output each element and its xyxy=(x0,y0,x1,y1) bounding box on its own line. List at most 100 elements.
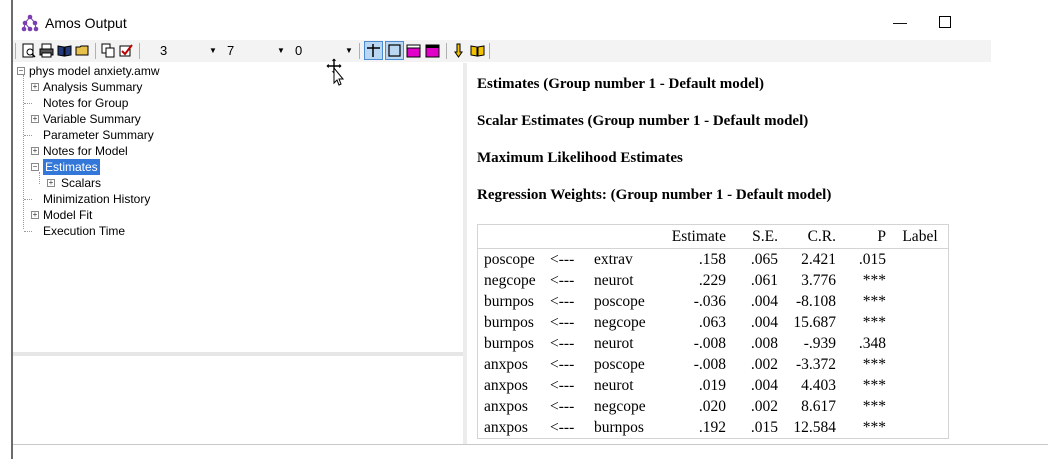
table-cell xyxy=(892,270,949,291)
table-cell: -.008 xyxy=(693,334,726,352)
column-header xyxy=(544,224,588,249)
table-row: burnpos <--- neurot -.008 .008 -.939 .34… xyxy=(478,333,949,354)
table-cell: .229 xyxy=(698,271,726,289)
table-cell: .348 xyxy=(858,334,886,352)
expand-icon[interactable]: + xyxy=(31,83,39,91)
table-cell xyxy=(892,375,949,396)
table-cell: 4.403 xyxy=(801,376,836,394)
table-cell: anxpos xyxy=(484,418,528,436)
table-cell: .158 xyxy=(698,250,726,268)
output-navigation-tree: − phys model anxiety.amw + Analysis Summ… xyxy=(17,64,160,238)
table-border-button[interactable] xyxy=(385,41,404,60)
collapse-icon[interactable]: − xyxy=(17,67,25,75)
table-cell: <--- xyxy=(550,334,575,352)
table-cell: burnpos xyxy=(594,418,644,436)
title-bar: Amos Output — xyxy=(13,8,1048,38)
table-cell: .004 xyxy=(750,292,778,310)
table-row: burnpos <--- negcope .063 .004 15.687 **… xyxy=(478,312,949,333)
table-cell: .192 xyxy=(698,418,726,436)
chevron-down-icon[interactable]: ▼ xyxy=(276,42,286,60)
print-icon[interactable] xyxy=(39,43,54,58)
minimize-button[interactable]: — xyxy=(888,10,912,34)
expand-icon[interactable]: + xyxy=(47,179,55,187)
table-cell: .002 xyxy=(750,397,778,415)
book-icon[interactable] xyxy=(57,43,72,58)
toolbar-separator xyxy=(446,43,447,59)
table-cell: -.939 xyxy=(803,334,836,352)
column-width-combo[interactable]: 7 xyxy=(227,42,234,60)
table-cell: -8.108 xyxy=(795,292,836,310)
column-header-p: P xyxy=(842,224,892,249)
tree-branch-line xyxy=(24,199,32,200)
table-cell: poscope xyxy=(594,292,645,310)
column-header-estimate: Estimate xyxy=(658,224,732,249)
table-cell: 2.421 xyxy=(801,250,836,268)
table-row: anxpos <--- negcope .020 .002 8.617 *** xyxy=(478,396,949,417)
heading-regression-weights: Regression Weights: (Group number 1 - De… xyxy=(477,187,832,203)
help-pointer-icon[interactable] xyxy=(451,43,466,58)
table-cell: *** xyxy=(862,355,886,373)
expand-icon[interactable]: + xyxy=(31,115,39,123)
table-cell: burnpos xyxy=(484,313,534,331)
tree-guide-line xyxy=(39,172,40,184)
toolbar-separator xyxy=(95,43,96,59)
vertical-splitter[interactable] xyxy=(463,63,467,445)
table-cell: .002 xyxy=(750,355,778,373)
expand-icon[interactable]: + xyxy=(31,147,39,155)
table-row: anxpos <--- burnpos .192 .015 12.584 *** xyxy=(478,417,949,439)
table-cell: .004 xyxy=(750,313,778,331)
collapse-icon[interactable]: − xyxy=(31,163,39,171)
table-row: anxpos <--- poscope -.008 .002 -3.372 **… xyxy=(478,354,949,375)
table-cell: neurot xyxy=(594,271,634,289)
table-cell: extrav xyxy=(594,250,633,268)
table-cell xyxy=(892,354,949,375)
table-cell: .065 xyxy=(750,250,778,268)
table-cell xyxy=(892,333,949,354)
column-header xyxy=(588,224,658,249)
maximize-button[interactable] xyxy=(933,10,957,34)
print-preview-icon[interactable] xyxy=(21,43,36,58)
table-cell: 3.776 xyxy=(801,271,836,289)
column-header-se: S.E. xyxy=(732,224,784,249)
table-row: anxpos <--- neurot .019 .004 4.403 *** xyxy=(478,375,949,396)
table-cell: .008 xyxy=(750,334,778,352)
window-bottom-border xyxy=(13,444,1048,445)
table-row: negcope <--- neurot .229 .061 3.776 *** xyxy=(478,270,949,291)
table-cell: anxpos xyxy=(484,376,528,394)
table-cell: <--- xyxy=(550,397,575,415)
chevron-down-icon[interactable]: ▼ xyxy=(208,42,218,60)
column-header-cr: C.R. xyxy=(784,224,842,249)
heading-estimates: Estimates (Group number 1 - Default mode… xyxy=(477,76,764,92)
toolbar-separator xyxy=(139,43,140,59)
table-cell: burnpos xyxy=(484,292,534,310)
table-cell: neurot xyxy=(594,376,634,394)
table-cell: *** xyxy=(862,271,886,289)
window-title: Amos Output xyxy=(45,15,127,31)
open-folder-icon[interactable] xyxy=(75,43,90,58)
copy-icon[interactable] xyxy=(101,43,116,58)
decimals-combo[interactable]: 3 xyxy=(160,42,167,60)
toolbar: 3 ▼ 7 ▼ 0 ▼ xyxy=(13,40,991,62)
column-color-icon[interactable] xyxy=(425,43,440,58)
help-book-icon[interactable] xyxy=(470,43,485,58)
header-color-icon[interactable] xyxy=(406,43,421,58)
toolbar-separator xyxy=(489,43,490,59)
table-cell: poscope xyxy=(594,355,645,373)
table-cell: <--- xyxy=(550,271,575,289)
expand-icon[interactable]: + xyxy=(31,211,39,219)
table-cell: anxpos xyxy=(484,355,528,373)
options-checkbox-icon[interactable] xyxy=(119,43,134,58)
table-cell: *** xyxy=(862,376,886,394)
table-grid-lines-button[interactable] xyxy=(364,41,383,60)
column-header xyxy=(477,224,544,249)
max-columns-combo[interactable]: 0 xyxy=(295,42,302,60)
table-cell: .061 xyxy=(750,271,778,289)
table-cell xyxy=(892,417,949,439)
table-cell: *** xyxy=(862,418,886,436)
table-cell: <--- xyxy=(550,292,575,310)
table-cell: .004 xyxy=(750,376,778,394)
table-cell: *** xyxy=(862,397,886,415)
table-cell: 8.617 xyxy=(801,397,836,415)
table-cell: burnpos xyxy=(484,334,534,352)
lower-left-pane xyxy=(13,356,463,445)
